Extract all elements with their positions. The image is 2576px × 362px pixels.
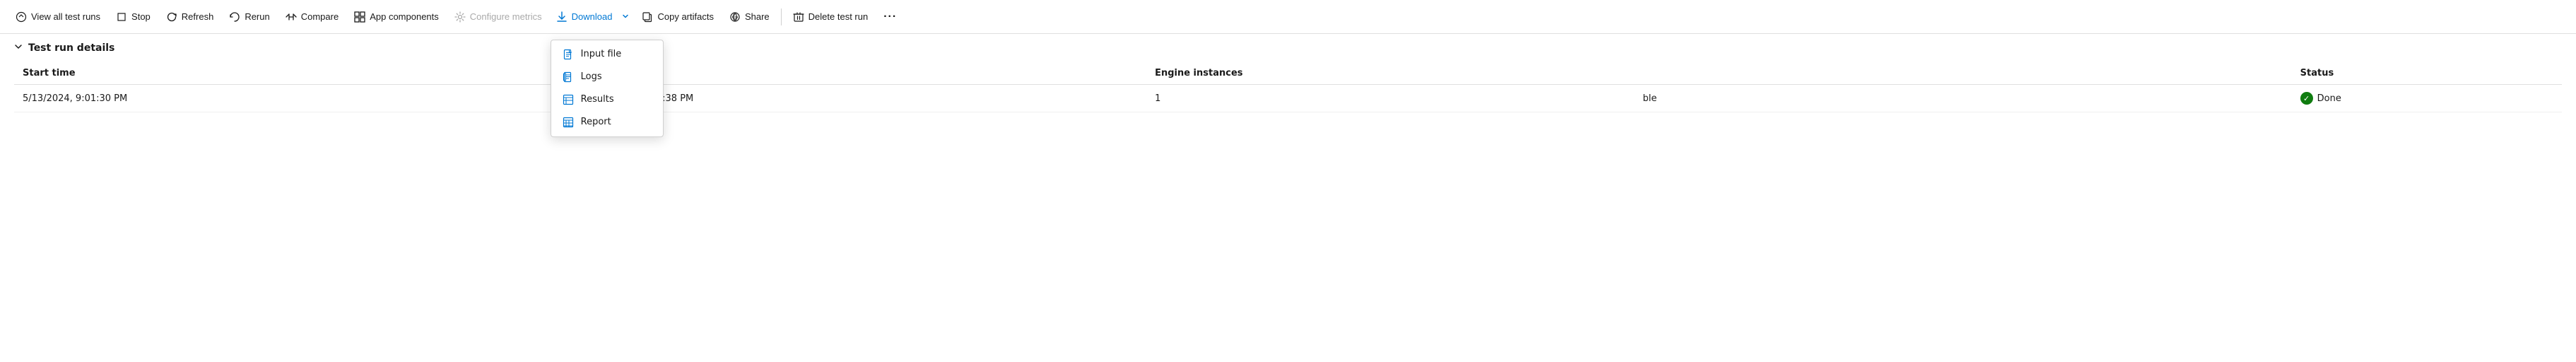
rerun-button[interactable]: Rerun: [222, 7, 276, 27]
logs-label: Logs: [581, 71, 602, 82]
section-header[interactable]: Test run details: [14, 42, 2562, 54]
refresh-label: Refresh: [182, 11, 214, 22]
refresh-button[interactable]: Refresh: [159, 7, 221, 27]
stop-label: Stop: [131, 11, 151, 22]
col-end-time: End time: [580, 62, 1146, 85]
col-engine-instances: Engine instances: [1146, 62, 1634, 85]
report-icon: [563, 117, 574, 128]
status-done-icon: ✓: [2300, 92, 2313, 105]
delete-icon: [793, 11, 804, 23]
toolbar: View all test runs Stop Refresh: [0, 0, 2576, 34]
status-done-container: ✓ Done: [2300, 92, 2553, 105]
cell-engine-instances: 1: [1146, 85, 1634, 112]
results-label: Results: [581, 94, 614, 105]
separator: [781, 8, 782, 25]
app-components-icon: [354, 11, 365, 23]
rerun-icon: [229, 11, 240, 23]
app-components-button[interactable]: App components: [347, 7, 446, 27]
configure-metrics-button[interactable]: Configure metrics: [447, 7, 549, 27]
cell-extra: ble: [1634, 85, 2291, 112]
delete-label: Delete test run: [808, 11, 869, 22]
cell-status: ✓ Done: [2292, 85, 2562, 112]
download-results-item[interactable]: Results: [551, 88, 663, 111]
report-label: Report: [581, 117, 611, 127]
download-icon: [556, 11, 567, 23]
copy-artifacts-icon: [642, 11, 653, 23]
app-components-label: App components: [370, 11, 439, 22]
refresh-icon: [166, 11, 177, 23]
download-button[interactable]: Download: [551, 7, 618, 27]
col-status: Status: [2292, 62, 2562, 85]
compare-icon: [286, 11, 297, 23]
results-icon: [563, 94, 574, 105]
status-done-label: Done: [2317, 93, 2341, 104]
compare-button[interactable]: Compare: [278, 7, 346, 27]
table-row: 5/13/2024, 9:01:30 PM 5/13/2024, 9:02:38…: [14, 85, 2562, 112]
share-button[interactable]: Share: [722, 7, 777, 27]
download-input-file-item[interactable]: Input file: [551, 43, 663, 66]
view-all-label: View all test runs: [31, 11, 100, 22]
share-label: Share: [745, 11, 770, 22]
download-dropdown-menu: Input file Logs: [551, 40, 664, 137]
view-all-icon: [16, 11, 27, 23]
download-logs-item[interactable]: Logs: [551, 66, 663, 88]
download-group: Download: [551, 7, 634, 27]
share-icon: [729, 11, 741, 23]
more-button[interactable]: ···: [876, 6, 904, 28]
logs-icon: [563, 71, 574, 83]
more-label: ···: [883, 11, 897, 23]
configure-metrics-icon: [454, 11, 466, 23]
copy-artifacts-label: Copy artifacts: [657, 11, 713, 22]
col-extra: [1634, 62, 2291, 85]
copy-artifacts-button[interactable]: Copy artifacts: [635, 7, 720, 27]
test-run-table: Start time End time Engine instances Sta…: [14, 62, 2562, 112]
download-chevron-button[interactable]: [618, 7, 633, 26]
chevron-down-icon: [622, 11, 629, 22]
delete-button[interactable]: Delete test run: [786, 7, 876, 27]
download-label: Download: [572, 11, 613, 22]
main-content: Test run details Start time End time Eng…: [0, 34, 2576, 121]
input-file-icon: [563, 49, 574, 60]
table-header-row: Start time End time Engine instances Sta…: [14, 62, 2562, 85]
stop-icon: [116, 11, 127, 23]
col-start-time: Start time: [14, 62, 580, 85]
download-container: Download: [551, 7, 634, 27]
section-chevron-icon: [14, 42, 23, 54]
section-title: Test run details: [28, 42, 114, 54]
cell-start-time: 5/13/2024, 9:01:30 PM: [14, 85, 580, 112]
stop-button[interactable]: Stop: [109, 7, 158, 27]
rerun-label: Rerun: [245, 11, 269, 22]
download-report-item[interactable]: Report: [551, 111, 663, 134]
input-file-label: Input file: [581, 49, 622, 59]
cell-end-time: 5/13/2024, 9:02:38 PM: [580, 85, 1146, 112]
view-all-button[interactable]: View all test runs: [8, 7, 107, 27]
compare-label: Compare: [301, 11, 339, 22]
configure-metrics-label: Configure metrics: [470, 11, 542, 22]
